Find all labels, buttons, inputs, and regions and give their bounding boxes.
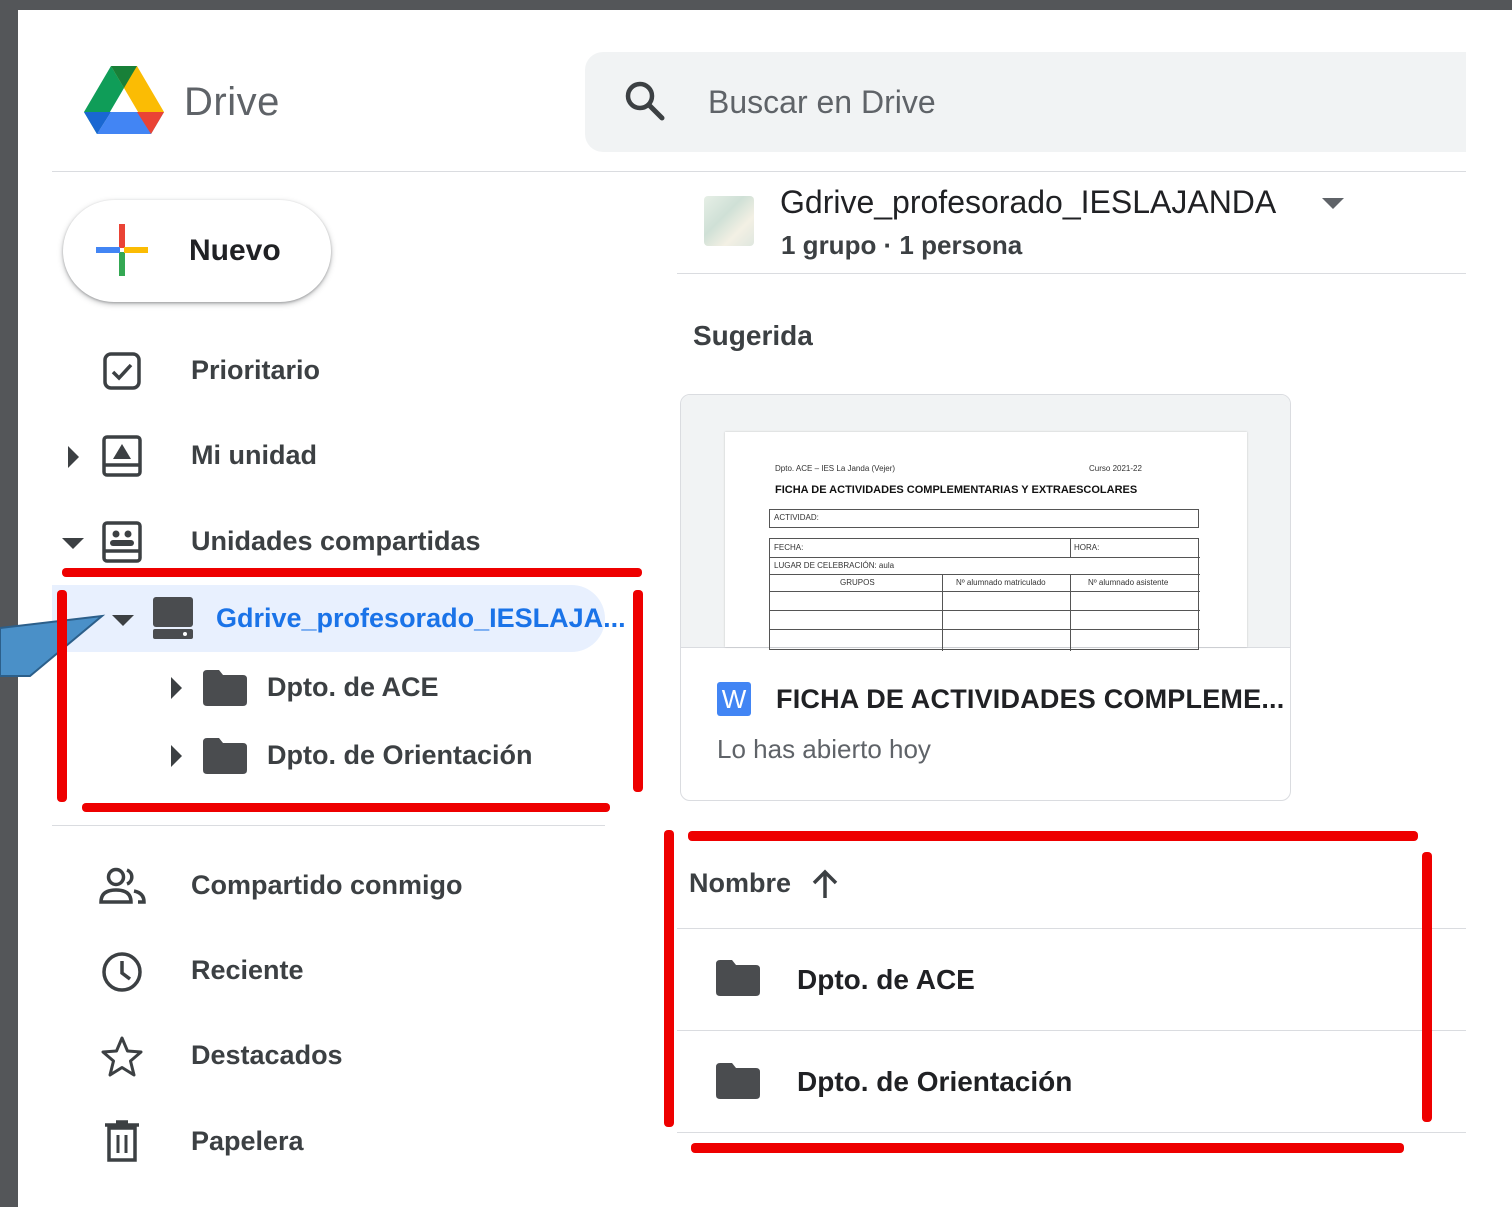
shared-drive-title[interactable]: Gdrive_profesorado_IESLAJANDA [780,184,1276,221]
doc-rule [1070,575,1071,651]
doc-table: FECHA: HORA: LUGAR DE CELEBRACIÓN: aula … [769,538,1200,651]
sidebar-item-starred[interactable]: Destacados [191,1040,343,1071]
doc-field-label: LUGAR DE CELEBRACIÓN: aula [774,561,895,570]
dropdown-arrow-icon[interactable] [1322,198,1344,210]
sidebar-divider [52,825,605,826]
sidebar-item-shared-with-me[interactable]: Compartido conmigo [191,870,463,901]
doc-rule [770,629,1200,630]
column-header-name[interactable]: Nombre [689,868,791,899]
annotation-line [57,590,67,802]
expand-caret-icon[interactable] [169,677,183,699]
sidebar-subfolder-ace[interactable]: Dpto. de ACE [267,672,439,703]
shared-drives-icon [102,521,142,563]
sidebar-subfolder-orientacion[interactable]: Dpto. de Orientación [267,740,533,771]
doc-header-right: Curso 2021-22 [1089,464,1142,473]
expand-caret-icon[interactable] [66,446,80,468]
doc-rule [770,557,1200,558]
doc-column-header: Nº alumnado matriculado [956,578,1046,587]
list-divider [677,1132,1466,1133]
doc-field-label: ACTIVIDAD: [774,513,819,522]
app-title[interactable]: Drive [184,80,280,125]
annotation-line [691,1143,1404,1153]
annotation-line [664,830,674,1127]
sidebar-item-trash[interactable]: Papelera [191,1126,304,1157]
folder-icon [203,738,247,774]
doc-title: FICHA DE ACTIVIDADES COMPLEMENTARIAS Y E… [775,484,1138,496]
doc-rule [942,575,943,651]
doc-rule [1070,539,1071,557]
annotation-line [62,568,642,577]
expand-caret-icon[interactable] [169,745,183,767]
shared-with-me-icon [98,866,146,906]
shared-drive-icon [153,597,193,639]
collapse-caret-icon[interactable] [62,536,84,550]
suggested-file-title[interactable]: FICHA DE ACTIVIDADES COMPLEME... [776,684,1284,715]
my-drive-icon [102,435,142,477]
doc-header-left: Dpto. ACE – IES La Janda (Vejer) [775,464,896,473]
suggested-file-subtitle: Lo has abierto hoy [717,734,931,764]
header-divider [52,171,1466,172]
drive-logo-icon[interactable] [84,66,164,136]
folder-icon [203,670,247,706]
plus-icon [96,224,148,276]
search-input[interactable]: Buscar en Drive [708,84,936,121]
doc-column-header: GRUPOS [840,578,875,587]
document-preview: Dpto. ACE – IES La Janda (Vejer) Curso 2… [725,432,1247,651]
doc-rule [770,574,1200,575]
file-preview: Dpto. ACE – IES La Janda (Vejer) Curso 2… [681,395,1290,651]
sidebar-item-shared-drives[interactable]: Unidades compartidas [191,526,481,557]
word-file-icon: W [717,682,751,716]
doc-column-header: Nº alumnado asistente [1088,578,1169,587]
doc-field-box: ACTIVIDAD: [769,509,1199,528]
file-row-name[interactable]: Dpto. de ACE [797,964,975,996]
suggested-heading: Sugerida [693,320,813,351]
annotation-line [1422,852,1432,1122]
sidebar-shared-drive-label[interactable]: Gdrive_profesorado_IESLAJA... [216,603,626,634]
trash-icon [104,1120,144,1162]
folder-icon [716,1063,760,1099]
folder-icon [716,960,760,996]
new-button-label: Nuevo [189,234,281,267]
priority-icon [102,351,142,391]
file-row-name[interactable]: Dpto. de Orientación [797,1066,1072,1098]
sort-ascending-icon[interactable] [810,868,840,900]
sidebar-item-my-drive[interactable]: Mi unidad [191,440,317,471]
sidebar-item-recent[interactable]: Reciente [191,955,304,986]
shared-drive-members[interactable]: 1 grupo · 1 persona [781,230,1022,261]
annotation-line [82,803,610,812]
file-row-ace[interactable] [677,929,1466,1029]
collapse-caret-icon[interactable] [112,613,134,627]
doc-field-label: FECHA: [774,543,804,552]
annotation-line [688,831,1418,841]
clock-icon [100,950,142,992]
callout-arrow [0,588,110,678]
search-icon[interactable] [622,78,668,124]
main-divider [677,273,1466,274]
doc-field-label: HORA: [1074,543,1100,552]
doc-rule [770,610,1200,611]
shared-drive-thumbnail [704,196,754,246]
annotation-line [633,590,643,792]
sidebar-item-priority[interactable]: Prioritario [191,355,320,386]
doc-rule [770,591,1200,592]
star-icon [100,1035,143,1077]
